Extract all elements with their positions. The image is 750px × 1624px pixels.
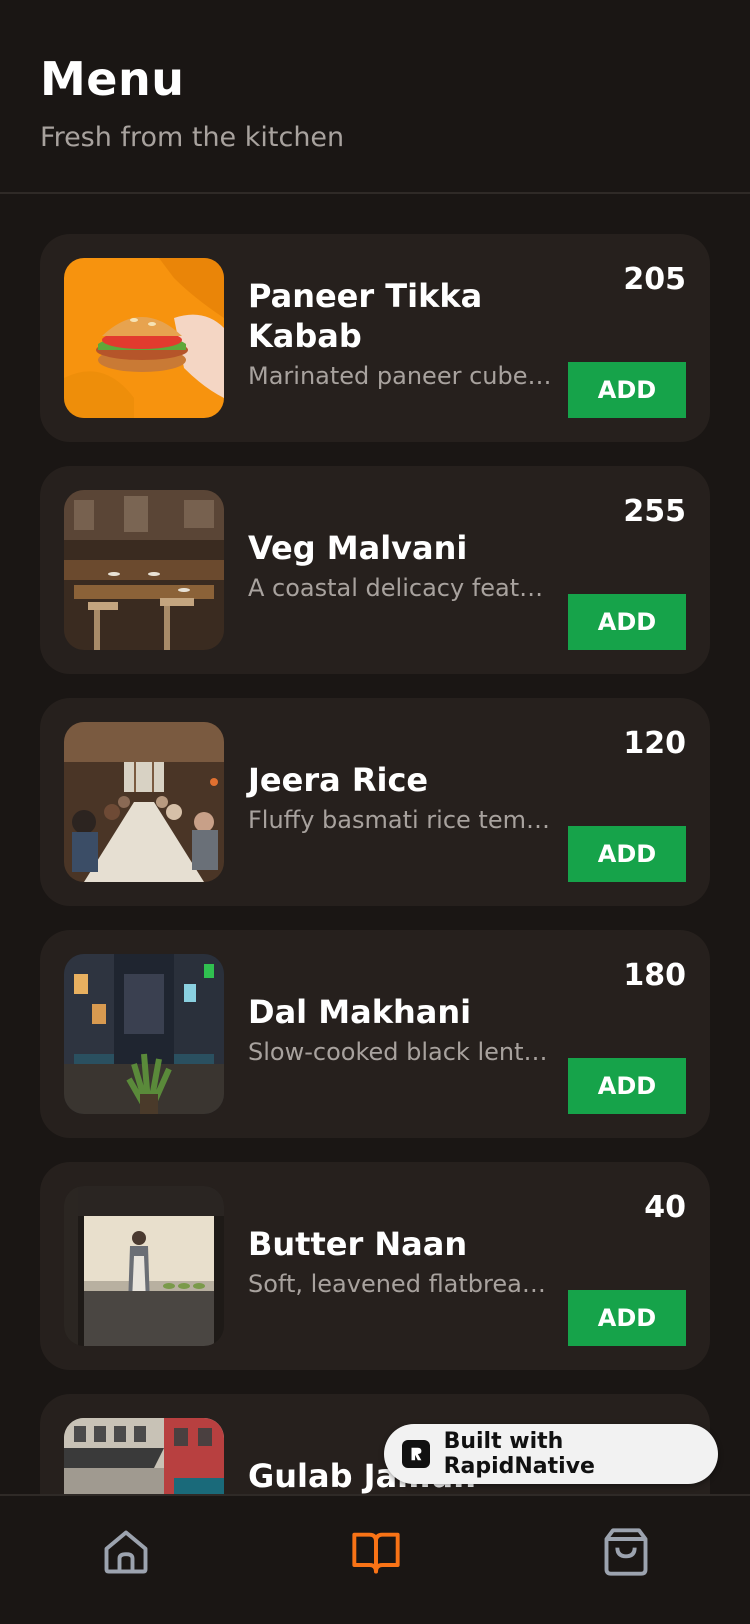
menu-item-description: Slow-cooked black lentils in butter and … [248, 1038, 552, 1066]
badge-label: Built with RapidNative [443, 1429, 595, 1479]
burger-photo [64, 258, 224, 418]
menu-item-description: Soft, leavened flatbread brushed with bu… [248, 1270, 552, 1298]
menu-item-price: 180 [623, 958, 686, 993]
street-facade-photo [64, 1418, 224, 1494]
menu-list[interactable]: Paneer Tikka Kabab Marinated paneer cube… [0, 196, 750, 1494]
menu-item-card[interactable]: Veg Malvani A coastal delicacy featuring… [40, 466, 710, 674]
menu-item-description: A coastal delicacy featuring mixed veget… [248, 574, 552, 602]
shopping-bag-icon [604, 1528, 648, 1576]
rapidnative-logo-icon [402, 1440, 430, 1468]
menu-item-name: Veg Malvani [248, 529, 468, 567]
menu-item-card[interactable]: Dal Makhani Slow-cooked black lentils in… [40, 930, 710, 1138]
add-button[interactable]: ADD [568, 362, 686, 418]
header: Menu Fresh from the kitchen [0, 0, 750, 194]
home-icon [104, 1530, 148, 1574]
menu-item-name: Jeera Rice [248, 761, 429, 799]
menu-item-card[interactable]: Butter Naan Soft, leavened flatbread bru… [40, 1162, 710, 1370]
menu-item-card[interactable]: Jeera Rice Fluffy basmati rice tempered … [40, 698, 710, 906]
menu-item-price: 255 [623, 494, 686, 529]
tab-menu[interactable] [350, 1526, 402, 1578]
menu-item-card[interactable]: Paneer Tikka Kabab Marinated paneer cube… [40, 234, 710, 442]
menu-item-price: 205 [623, 262, 686, 297]
menu-item-description: Marinated paneer cubes grilled to perfec… [248, 362, 552, 390]
menu-item-price: 120 [623, 726, 686, 761]
add-button[interactable]: ADD [568, 826, 686, 882]
street-terrace-night-photo [64, 954, 224, 1114]
book-icon [352, 1532, 400, 1574]
add-button[interactable]: ADD [568, 594, 686, 650]
add-button[interactable]: ADD [568, 1058, 686, 1114]
menu-item-description: Fluffy basmati rice tempered with cumin [248, 806, 552, 834]
menu-item-name: Butter Naan [248, 1225, 468, 1263]
menu-item-name: Dal Makhani [248, 993, 472, 1031]
dinner-party-photo [64, 722, 224, 882]
tab-cart[interactable] [600, 1526, 652, 1578]
tab-home[interactable] [100, 1526, 152, 1578]
restaurant-dining-room-photo [64, 490, 224, 650]
built-with-badge[interactable]: Built with RapidNative [384, 1424, 718, 1484]
bottom-tab-bar [0, 1494, 750, 1624]
chef-kitchen-photo [64, 1186, 224, 1346]
menu-item-name: Paneer Tikka Kabab [248, 277, 483, 355]
menu-item-price: 40 [644, 1190, 686, 1225]
page-title: Menu [40, 52, 185, 106]
page-subtitle: Fresh from the kitchen [40, 122, 345, 153]
add-button[interactable]: ADD [568, 1290, 686, 1346]
